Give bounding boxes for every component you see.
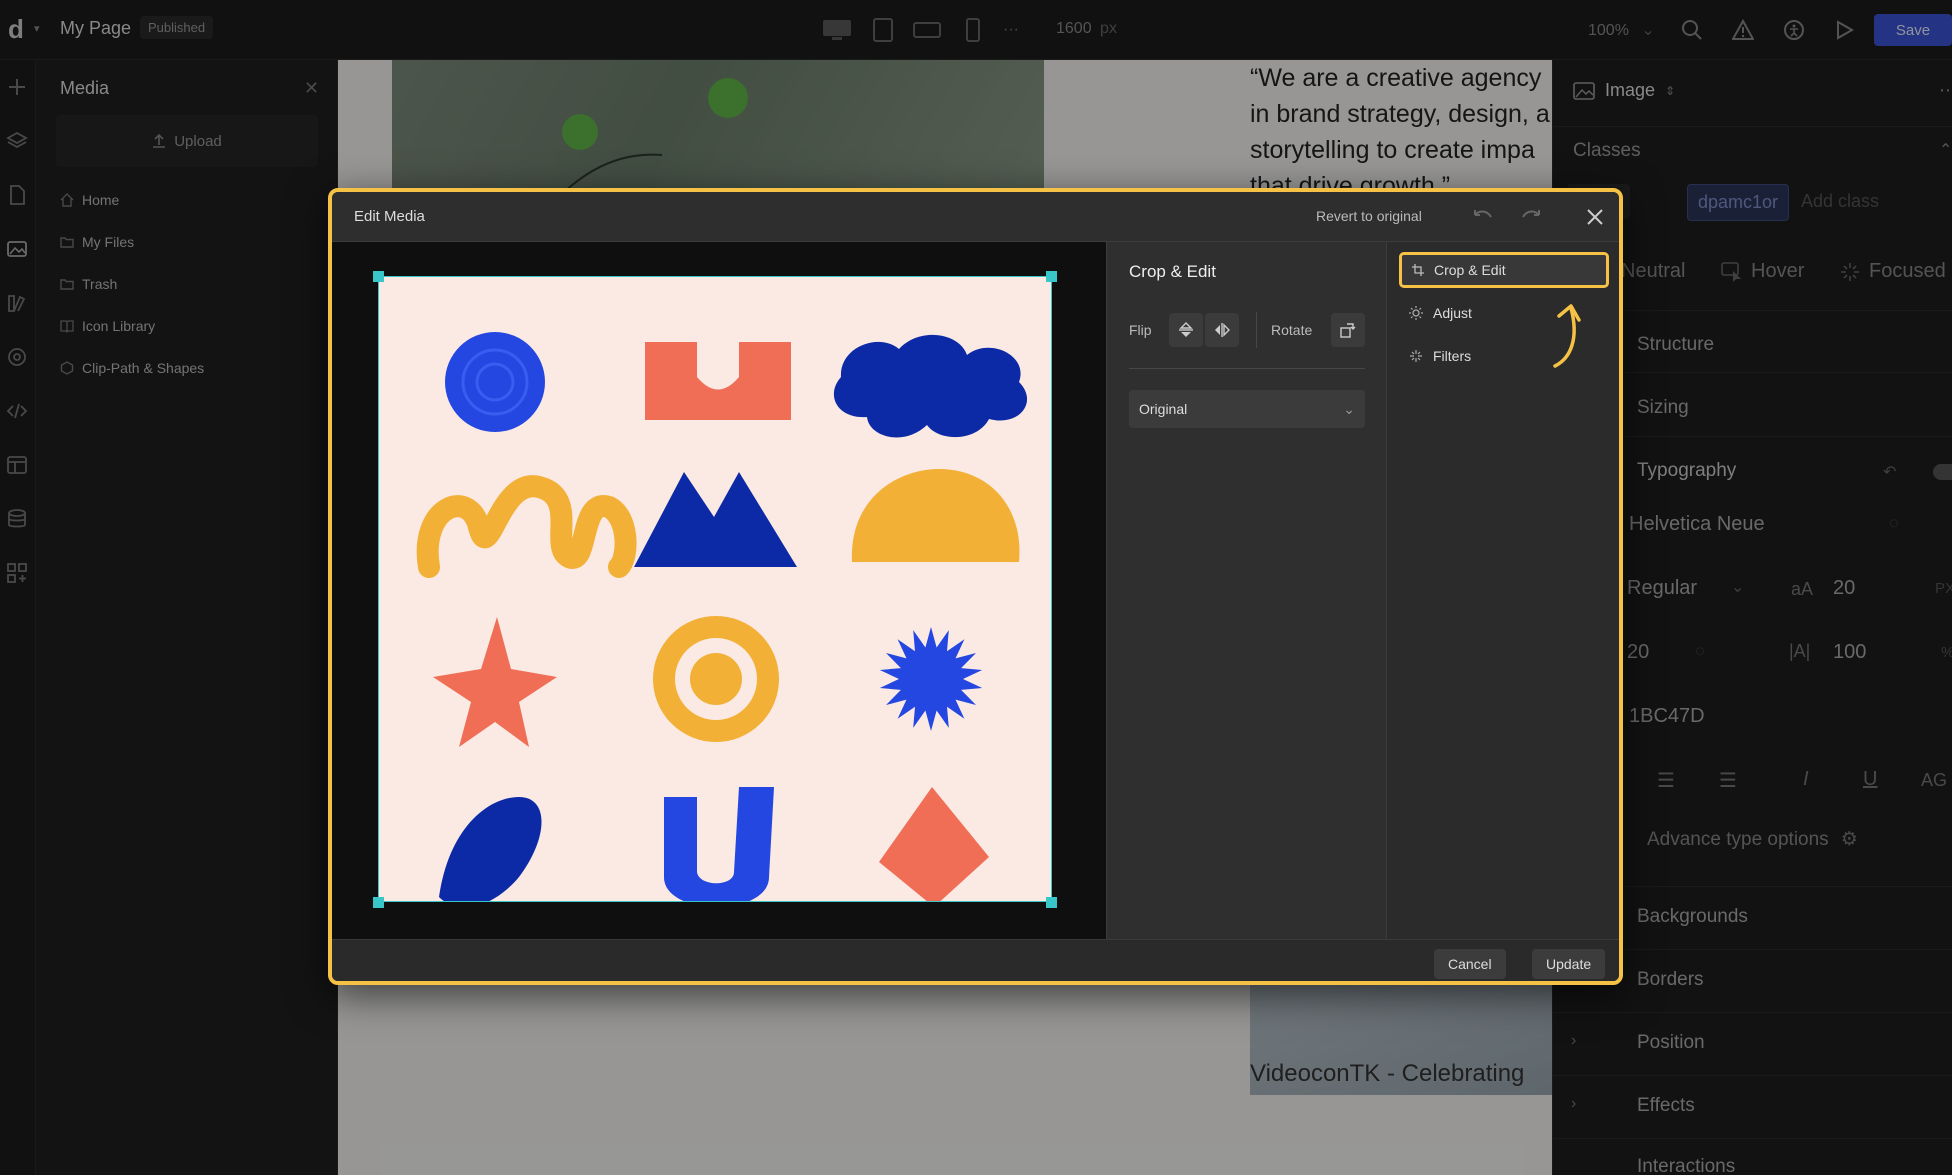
rotate-icon bbox=[1340, 323, 1356, 338]
flip-horizontal-icon bbox=[1215, 323, 1230, 337]
undo-icon[interactable] bbox=[1468, 204, 1496, 230]
tool-crop-edit[interactable]: Crop & Edit bbox=[1399, 252, 1609, 288]
app-root: d ▾ My Page Published ··· 1600 px 100% ⌄ bbox=[0, 0, 1952, 1175]
tool-label: Crop & Edit bbox=[1434, 262, 1506, 278]
crop-handle-bottom-left[interactable] bbox=[373, 897, 384, 908]
edit-media-modal: Edit Media Revert to original Crop & Edi… bbox=[328, 188, 1623, 985]
redo-icon[interactable] bbox=[1518, 204, 1546, 230]
flip-vertical-button[interactable] bbox=[1169, 313, 1203, 347]
crop-handle-top-left[interactable] bbox=[373, 271, 384, 282]
rotate-label: Rotate bbox=[1271, 322, 1313, 338]
close-icon[interactable] bbox=[1580, 202, 1610, 232]
media-image-preview[interactable] bbox=[378, 276, 1052, 902]
tool-label: Adjust bbox=[1433, 305, 1472, 321]
divider bbox=[1129, 368, 1365, 369]
revert-to-original-button[interactable]: Revert to original bbox=[1316, 208, 1422, 224]
flip-horizontal-button[interactable] bbox=[1205, 313, 1239, 347]
crop-handle-top-right[interactable] bbox=[1046, 271, 1057, 282]
sparkle-icon bbox=[1410, 350, 1422, 362]
modal-title: Edit Media bbox=[354, 208, 425, 225]
image-crop-area bbox=[332, 242, 1106, 939]
cancel-button[interactable]: Cancel bbox=[1434, 949, 1506, 979]
divider bbox=[1256, 312, 1257, 348]
tool-label: Filters bbox=[1433, 348, 1472, 364]
crop-edit-title: Crop & Edit bbox=[1129, 262, 1216, 281]
flip-label: Flip bbox=[1129, 322, 1152, 338]
modal-header: Edit Media Revert to original bbox=[332, 192, 1619, 242]
aspect-ratio-select[interactable]: Original ⌄ bbox=[1129, 390, 1365, 428]
edit-tools-list: Crop & Edit Adjust Filters bbox=[1386, 242, 1619, 939]
crop-handle-bottom-right[interactable] bbox=[1046, 897, 1057, 908]
flip-vertical-icon bbox=[1179, 322, 1193, 337]
aspect-ratio-value: Original bbox=[1139, 401, 1188, 417]
sun-icon bbox=[1409, 306, 1423, 320]
crop-edit-controls: Crop & Edit Flip Rotate Original ⌄ bbox=[1106, 242, 1386, 939]
crop-icon bbox=[1412, 264, 1424, 276]
update-button[interactable]: Update bbox=[1532, 949, 1606, 979]
annotation-arrow-icon bbox=[1553, 304, 1581, 368]
rotate-button[interactable] bbox=[1331, 313, 1365, 347]
modal-footer: Cancel Update bbox=[332, 939, 1619, 981]
chevron-down-icon: ⌄ bbox=[1343, 400, 1355, 417]
